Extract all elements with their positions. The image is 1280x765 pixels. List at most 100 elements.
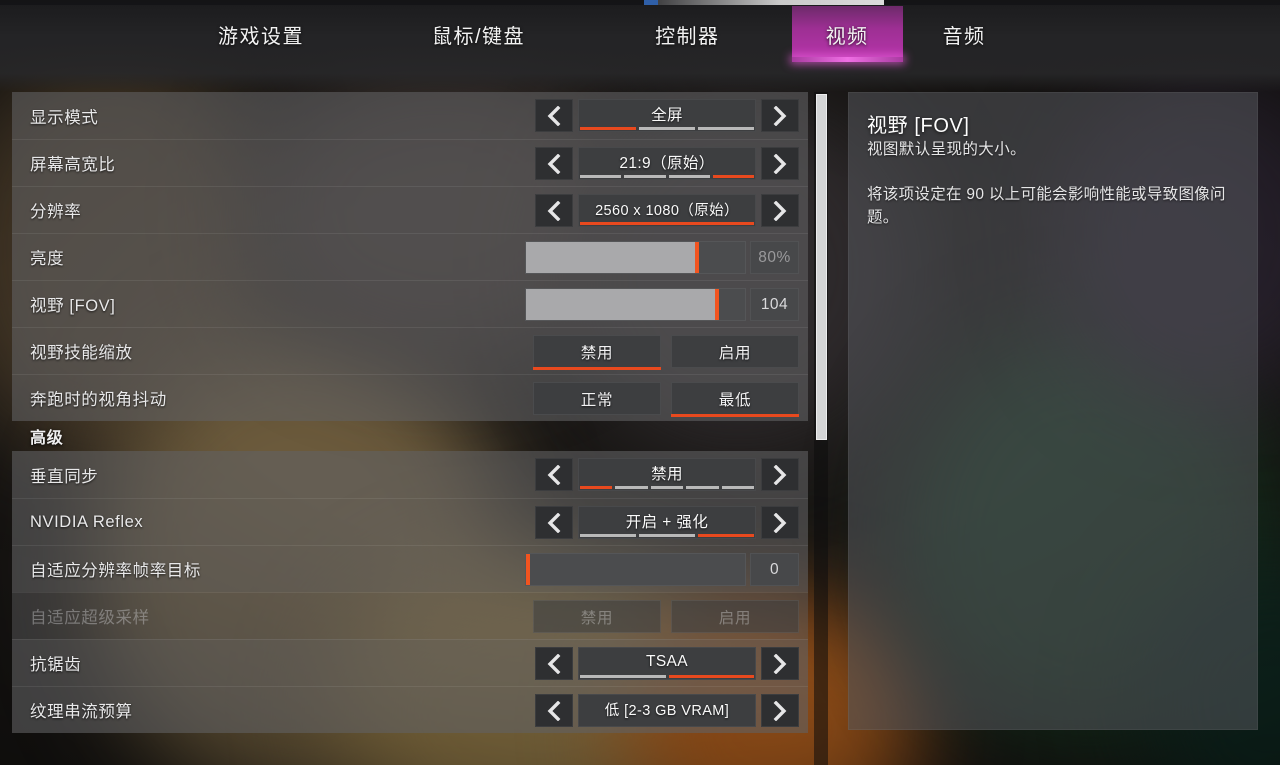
segment-indicator (579, 486, 755, 489)
chevron-right-icon[interactable] (761, 647, 799, 680)
chevron-right-icon[interactable] (761, 694, 799, 727)
setting-value: 开启 + 强化 (625, 514, 709, 531)
tab-spacer (559, 6, 621, 62)
info-subtitle: 视图默认呈现的大小。 (867, 141, 1027, 158)
setting-control: 正常 最低 (533, 375, 799, 422)
setting-value: 全屏 (651, 107, 683, 124)
segment (668, 675, 754, 678)
setting-value: 低 [2-3 GB VRAM] (604, 702, 730, 719)
setting-value-box[interactable]: 开启 + 强化 (578, 506, 756, 539)
setting-row-anti-aliasing[interactable]: 抗锯齿 TSAA (12, 639, 808, 686)
setting-row-nvidia-reflex[interactable]: NVIDIA Reflex 开启 + 强化 (12, 498, 808, 545)
setting-row-display-mode[interactable]: 显示模式 全屏 (12, 92, 808, 139)
settings-content: 显示模式 全屏 屏幕高宽比 21:9（原始） 分辨率 2560 x 1080（原… (0, 62, 1280, 765)
chevron-left-icon[interactable] (535, 194, 573, 227)
settings-scrollbar-thumb[interactable] (816, 94, 827, 440)
setting-row-adaptive-resolution-fps-target[interactable]: 自适应分辨率帧率目标 0 (12, 545, 808, 592)
chevron-left-icon[interactable] (535, 99, 573, 132)
setting-row-sprint-view-shake[interactable]: 奔跑时的视角抖动 正常 最低 (12, 374, 808, 421)
toggle-option-enable: 启用 (671, 600, 799, 633)
toggle-group: 禁用 启用 (533, 335, 799, 370)
segment-indicator (579, 534, 755, 537)
toggle-option-disable: 禁用 (533, 600, 661, 633)
chevron-left-icon[interactable] (535, 147, 573, 180)
setting-control: 0 (525, 546, 799, 593)
setting-row-texture-streaming-budget[interactable]: 纹理串流预算 低 [2-3 GB VRAM] (12, 686, 808, 733)
slider-handle[interactable] (526, 554, 530, 585)
chevron-left-icon[interactable] (535, 458, 573, 491)
chevron-right-icon[interactable] (761, 99, 799, 132)
segment (580, 486, 613, 489)
setting-label: 垂直同步 (30, 467, 99, 486)
chevron-left-icon[interactable] (535, 506, 573, 539)
setting-control: 禁用 启用 (533, 328, 799, 375)
settings-tab-bar[interactable]: 游戏设置 鼠标/键盘 控制器 视频 音频 (0, 6, 1280, 62)
setting-value-box[interactable]: TSAA (578, 647, 756, 680)
setting-value-box[interactable]: 低 [2-3 GB VRAM] (578, 694, 756, 727)
chevron-right-icon[interactable] (761, 458, 799, 491)
setting-control: 低 [2-3 GB VRAM] (535, 687, 799, 734)
setting-value-box[interactable]: 21:9（原始） (578, 147, 756, 180)
setting-control: 开启 + 强化 (535, 499, 799, 546)
setting-value: 21:9（原始） (619, 155, 715, 172)
fov-slider[interactable] (525, 288, 746, 321)
setting-label: 视野 [FOV] (30, 297, 116, 315)
segment-indicator (579, 127, 755, 130)
setting-row-brightness[interactable]: 亮度 80% (12, 233, 808, 280)
slider-handle[interactable] (694, 242, 699, 273)
tab-label: 控制器 (655, 25, 720, 48)
setting-value-box[interactable]: 全屏 (578, 99, 756, 132)
setting-row-aspect-ratio[interactable]: 屏幕高宽比 21:9（原始） (12, 139, 808, 186)
setting-info-panel: 视野 [FOV] 视图默认呈现的大小。 将该项设定在 90 以上可能会影响性能或… (848, 92, 1258, 730)
info-title: 视野 [FOV] (867, 115, 970, 137)
tab-audio[interactable]: 音频 (909, 6, 1020, 62)
setting-control: 全屏 (535, 92, 799, 139)
tab-controller[interactable]: 控制器 (621, 6, 754, 62)
segment (580, 534, 636, 537)
setting-row-fov[interactable]: 视野 [FOV] 104 (12, 280, 808, 327)
slider-fill (526, 289, 717, 320)
tab-spacer (338, 6, 398, 62)
toggle-group: 禁用 启用 (533, 600, 799, 633)
chevron-right-icon[interactable] (761, 147, 799, 180)
setting-row-resolution[interactable]: 分辨率 2560 x 1080（原始） (12, 186, 808, 233)
section-heading-advanced: 高级 (30, 430, 64, 447)
setting-label: 分辨率 (30, 203, 82, 221)
tab-mouse-keyboard[interactable]: 鼠标/键盘 (398, 6, 559, 62)
toggle-option-enable[interactable]: 启用 (671, 335, 799, 368)
adaptive-resolution-slider[interactable] (525, 553, 746, 586)
segment (580, 675, 666, 678)
setting-control: 禁用 (535, 451, 799, 498)
brightness-slider[interactable] (525, 241, 746, 274)
setting-value-box[interactable]: 禁用 (578, 458, 756, 491)
segment (580, 222, 754, 225)
toggle-option-disable[interactable]: 禁用 (533, 335, 661, 370)
top-scroll-indicator[interactable] (0, 0, 1280, 6)
top-scroll-thumb[interactable] (652, 0, 884, 5)
setting-control: 104 (525, 281, 799, 328)
toggle-option-normal[interactable]: 正常 (533, 382, 661, 415)
segment (668, 175, 710, 178)
slider-fill (526, 242, 697, 273)
chevron-left-icon[interactable] (535, 694, 573, 727)
tab-label: 音频 (942, 25, 986, 48)
settings-list: 显示模式 全屏 屏幕高宽比 21:9（原始） 分辨率 2560 x 1080（原… (12, 92, 808, 765)
tab-video[interactable]: 视频 (791, 6, 903, 62)
segment (580, 127, 636, 130)
segment-indicator (579, 222, 755, 225)
toggle-label: 禁用 (580, 609, 614, 627)
chevron-right-icon[interactable] (761, 194, 799, 227)
chevron-left-icon[interactable] (535, 647, 573, 680)
chevron-right-icon[interactable] (761, 506, 799, 539)
setting-label: 抗锯齿 (30, 656, 82, 674)
tab-game-settings[interactable]: 游戏设置 (184, 6, 338, 62)
top-scroll-marker (644, 0, 658, 5)
setting-control: 21:9（原始） (535, 140, 799, 187)
setting-row-fov-ability-scaling[interactable]: 视野技能缩放 禁用 启用 (12, 327, 808, 374)
setting-value-box[interactable]: 2560 x 1080（原始） (578, 194, 756, 227)
toggle-option-minimal[interactable]: 最低 (671, 382, 799, 417)
setting-label: 亮度 (30, 250, 65, 268)
slider-handle[interactable] (714, 289, 719, 320)
top-scroll-track[interactable] (0, 0, 1280, 5)
setting-row-vsync[interactable]: 垂直同步 禁用 (12, 451, 808, 498)
